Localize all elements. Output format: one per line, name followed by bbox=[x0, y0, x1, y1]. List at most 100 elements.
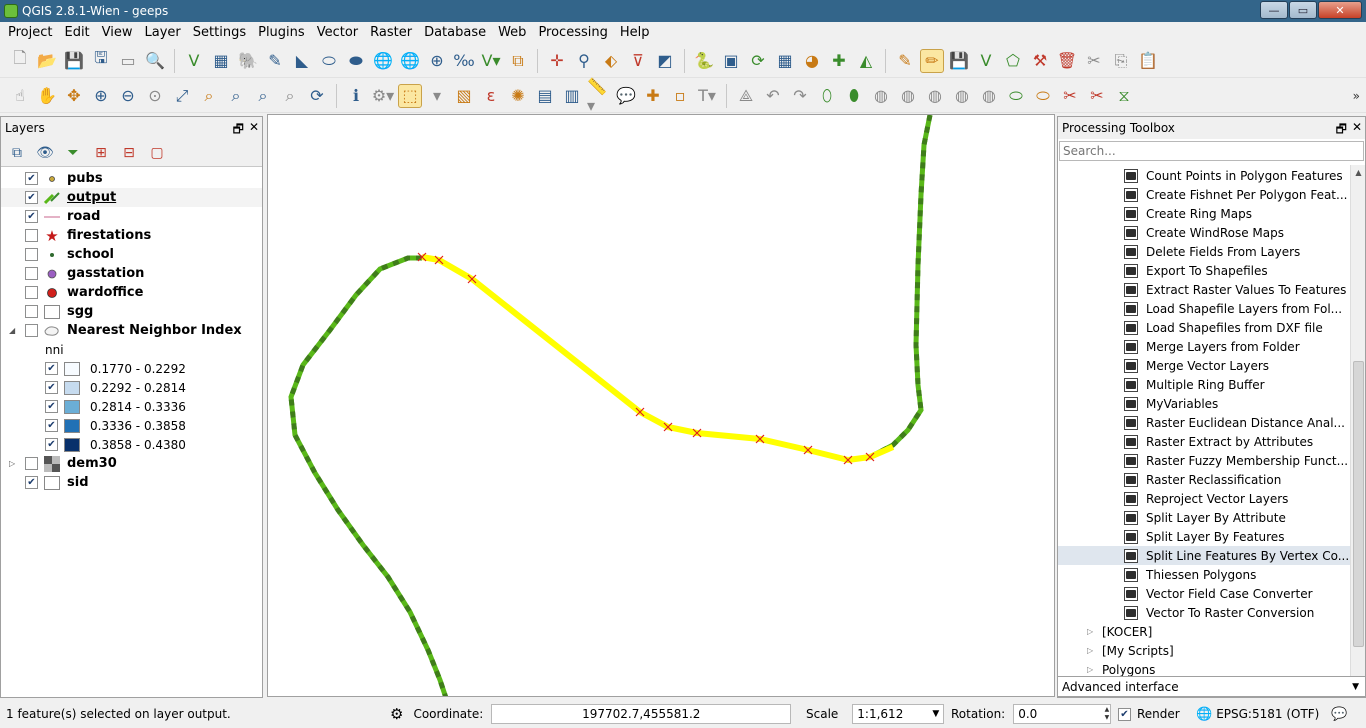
add-delimited-text-icon[interactable]: ‰ bbox=[452, 49, 476, 73]
plugin-manager-icon[interactable]: ✚ bbox=[827, 49, 851, 73]
new-bookmark-icon[interactable]: ✚ bbox=[641, 84, 665, 108]
save-as-icon[interactable]: 🖫 bbox=[89, 48, 113, 73]
layer-item-road[interactable]: ✔ road bbox=[1, 207, 262, 226]
zoom-in-icon[interactable]: ⊕ bbox=[89, 84, 113, 108]
algorithm-item[interactable]: MyVariables bbox=[1058, 394, 1350, 413]
layer-item-sid[interactable]: ✔ sid bbox=[1, 473, 262, 492]
touch-zoom-icon[interactable]: ☝ bbox=[8, 84, 32, 108]
algorithm-item[interactable]: Merge Vector Layers bbox=[1058, 356, 1350, 375]
menu-help[interactable]: Help bbox=[614, 25, 656, 40]
toolbox-search-box[interactable] bbox=[1059, 141, 1364, 161]
algorithm-item-selected[interactable]: Split Line Features By Vertex Co... bbox=[1058, 546, 1350, 565]
georeferencer-icon[interactable]: ◩ bbox=[653, 49, 677, 73]
toggle-extents-icon[interactable]: ⚙ bbox=[390, 705, 403, 723]
layer-visibility-checkbox[interactable] bbox=[25, 286, 38, 299]
expand-arrow-icon[interactable]: ▷ bbox=[1087, 646, 1099, 655]
grid-icon[interactable]: ▦ bbox=[773, 49, 797, 73]
layer-item-sgg[interactable]: sgg bbox=[1, 302, 262, 321]
select-by-expression-icon[interactable]: ε bbox=[479, 84, 503, 108]
new-print-composer-icon[interactable]: ▭ bbox=[116, 49, 140, 73]
algorithm-item[interactable]: Delete Fields From Layers bbox=[1058, 242, 1350, 261]
network-icon[interactable]: ⬖ bbox=[599, 49, 623, 73]
menu-database[interactable]: Database bbox=[418, 25, 492, 40]
zoom-next-icon[interactable]: ⌕ bbox=[278, 84, 302, 108]
layer-visibility-checkbox[interactable]: ✔ bbox=[25, 476, 38, 489]
toolbar-overflow-icon[interactable]: » bbox=[1353, 89, 1360, 103]
paste-features-icon[interactable]: 📋 bbox=[1136, 49, 1160, 73]
algorithm-item[interactable]: Create WindRose Maps bbox=[1058, 223, 1350, 242]
algorithm-item[interactable]: Raster Euclidean Distance Anal... bbox=[1058, 413, 1350, 432]
python-console-icon[interactable]: 🐍 bbox=[692, 49, 716, 73]
zoom-to-selection-icon[interactable]: ⌕ bbox=[197, 84, 221, 108]
algorithm-item[interactable]: Create Ring Maps bbox=[1058, 204, 1350, 223]
copy-features-icon[interactable]: ⎘ bbox=[1109, 49, 1133, 73]
add-mssql-layer-icon[interactable]: ◣ bbox=[290, 49, 314, 73]
manage-visibility-icon[interactable]: 👁 bbox=[35, 143, 55, 163]
coordinate-field[interactable]: 197702.7,455581.2 bbox=[491, 704, 792, 724]
field-calculator-icon[interactable]: ▥ bbox=[560, 84, 584, 108]
add-db2-layer-icon[interactable]: ⬬ bbox=[344, 49, 368, 73]
algorithm-item[interactable]: Extract Raster Values To Features bbox=[1058, 280, 1350, 299]
algorithm-item[interactable]: Export To Shapefiles bbox=[1058, 261, 1350, 280]
collapse-all-icon[interactable]: ⊟ bbox=[119, 143, 139, 163]
legend-class-checkbox[interactable]: ✔ bbox=[45, 400, 58, 413]
advanced-digitize-icon[interactable]: ⟁ bbox=[734, 84, 758, 108]
add-wfs-layer-icon[interactable]: ⊕ bbox=[425, 49, 449, 73]
calculator-icon[interactable]: ▣ bbox=[719, 49, 743, 73]
legend-class-row[interactable]: ✔ 0.3858 - 0.4380 bbox=[1, 435, 262, 454]
legend-class-checkbox[interactable]: ✔ bbox=[45, 381, 58, 394]
delete-selected-icon[interactable]: 🗑 bbox=[1055, 49, 1079, 73]
simplify-feature-icon[interactable]: ⬮ bbox=[842, 84, 866, 108]
filter-legend-icon[interactable]: ⏷ bbox=[63, 143, 83, 163]
current-edits-icon[interactable]: ✎ bbox=[893, 49, 917, 73]
add-part-icon[interactable]: ◍ bbox=[896, 84, 920, 108]
attribute-table-icon[interactable]: ▤ bbox=[533, 84, 557, 108]
algorithm-item[interactable]: Reproject Vector Layers bbox=[1058, 489, 1350, 508]
open-project-icon[interactable]: 📂 bbox=[35, 49, 59, 73]
float-panel-icon[interactable]: 🗗 bbox=[233, 120, 244, 141]
select-features-icon[interactable]: ⬚ bbox=[398, 83, 422, 108]
algorithm-item[interactable]: Raster Extract by Attributes bbox=[1058, 432, 1350, 451]
menu-view[interactable]: View bbox=[96, 25, 139, 40]
deselect-all-icon[interactable]: ▧ bbox=[452, 84, 476, 108]
map-tips-icon[interactable]: 💬 bbox=[614, 84, 638, 108]
add-spatialite-layer-icon[interactable]: ✎ bbox=[263, 49, 287, 73]
reshape-features-icon[interactable]: ⬭ bbox=[1004, 84, 1028, 108]
layer-visibility-checkbox[interactable]: ✔ bbox=[25, 210, 38, 223]
layer-visibility-checkbox[interactable] bbox=[25, 457, 38, 470]
measure-icon[interactable]: 📏▾ bbox=[587, 77, 611, 115]
legend-class-row[interactable]: ✔ 0.3336 - 0.3858 bbox=[1, 416, 262, 435]
menu-project[interactable]: Project bbox=[2, 25, 58, 40]
legend-class-checkbox[interactable]: ✔ bbox=[45, 419, 58, 432]
layer-visibility-checkbox[interactable] bbox=[25, 324, 38, 337]
algorithm-item[interactable]: Multiple Ring Buffer bbox=[1058, 375, 1350, 394]
text-annotation-icon[interactable]: T▾ bbox=[695, 84, 719, 108]
algorithm-item[interactable]: Raster Reclassification bbox=[1058, 470, 1350, 489]
offset-curve-icon[interactable]: ⬭ bbox=[1031, 84, 1055, 108]
pan-icon[interactable]: ✋ bbox=[35, 84, 59, 108]
save-layer-edits-icon[interactable]: 💾 bbox=[947, 49, 971, 73]
layer-visibility-checkbox[interactable]: ✔ bbox=[25, 172, 38, 185]
algorithm-item[interactable]: Split Layer By Attribute bbox=[1058, 508, 1350, 527]
show-bookmarks-icon[interactable]: ▫ bbox=[668, 84, 692, 108]
toolbox-scrollbar[interactable]: ▲ ▼ bbox=[1350, 165, 1365, 697]
layer-item-gasstation[interactable]: gasstation bbox=[1, 264, 262, 283]
add-ring-icon[interactable]: ◍ bbox=[869, 84, 893, 108]
add-virtual-layer-icon[interactable]: ⧉ bbox=[506, 49, 530, 73]
legend-class-row[interactable]: ✔ 0.1770 - 0.2292 bbox=[1, 359, 262, 378]
refresh-plugins-icon[interactable]: ⟳ bbox=[746, 49, 770, 73]
zoom-full-icon[interactable]: ⤢ bbox=[170, 84, 194, 108]
crs-label[interactable]: EPSG:5181 (OTF) bbox=[1216, 707, 1319, 721]
remove-layer-icon[interactable]: ▢ bbox=[147, 143, 167, 163]
add-vector-layer-icon[interactable]: V bbox=[182, 49, 206, 73]
cut-features-icon[interactable]: ✂ bbox=[1082, 49, 1106, 73]
crs-group[interactable]: 🌐 EPSG:5181 (OTF) 💬 bbox=[1196, 707, 1348, 722]
move-feature-icon[interactable]: ⬠ bbox=[1001, 49, 1025, 73]
minimize-button[interactable]: — bbox=[1260, 1, 1288, 19]
delete-ring-icon[interactable]: ◍ bbox=[950, 84, 974, 108]
zoom-last-icon[interactable]: ⌕ bbox=[251, 84, 275, 108]
algorithm-item[interactable]: Load Shapefiles from DXF file bbox=[1058, 318, 1350, 337]
toolbox-search-input[interactable] bbox=[1063, 144, 1363, 158]
algorithm-item[interactable]: Load Shapefile Layers from Fol... bbox=[1058, 299, 1350, 318]
selected-feature-line[interactable] bbox=[421, 254, 895, 463]
